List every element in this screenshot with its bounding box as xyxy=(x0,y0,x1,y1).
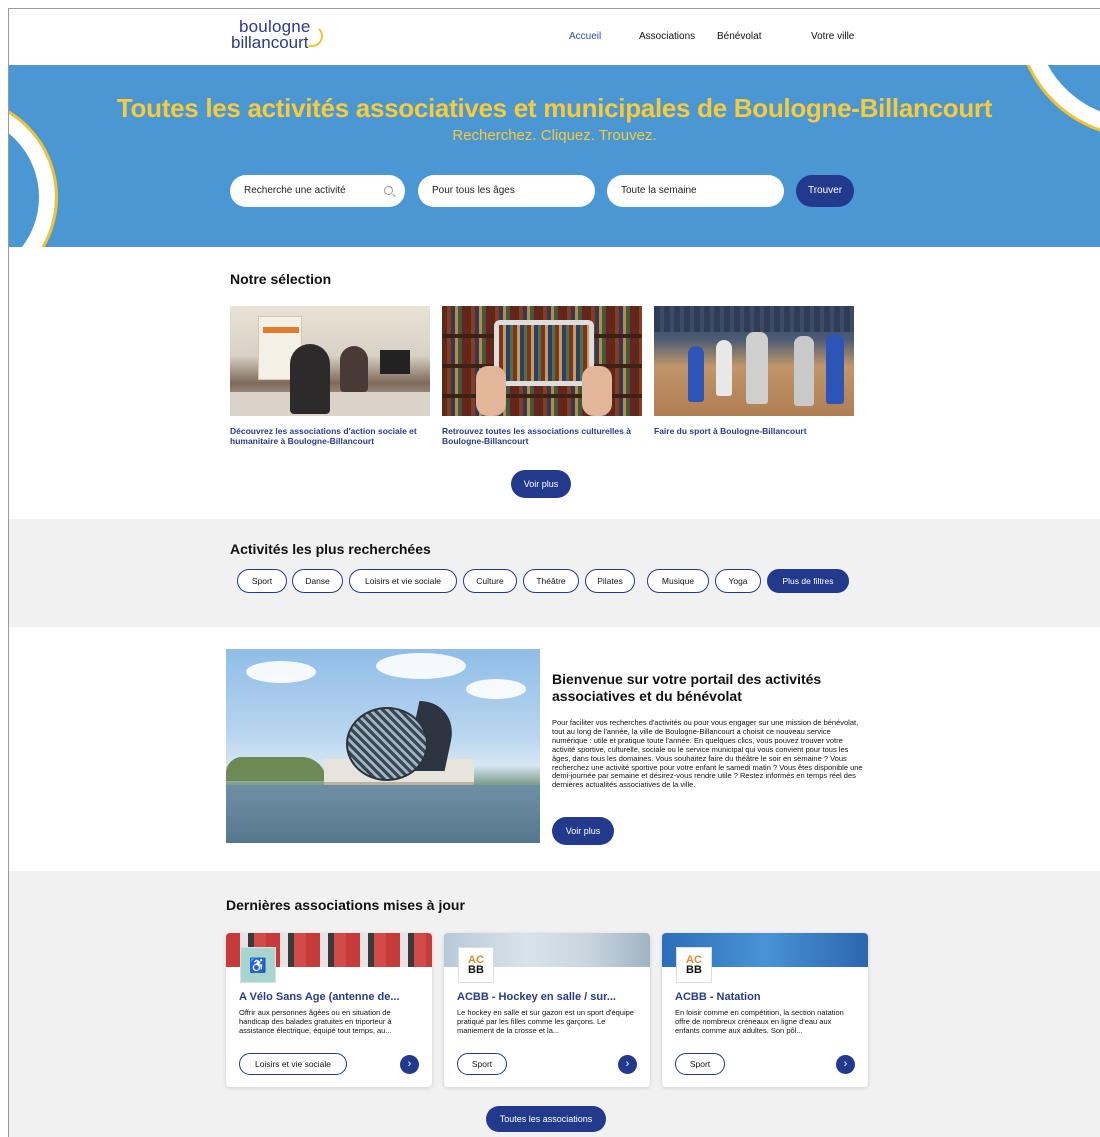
welcome-title: Bienvenue sur votre portail des activité… xyxy=(552,671,822,704)
day-select[interactable]: Toute la semaine xyxy=(607,175,784,207)
popular-title: Activités les plus recherchées xyxy=(230,541,431,557)
logo-line-2: billancourt xyxy=(231,33,309,52)
nav-link-associations[interactable]: Associations xyxy=(639,31,717,42)
chip-danse[interactable]: Danse xyxy=(292,569,343,593)
chevron-right-icon[interactable]: › xyxy=(836,1055,855,1074)
player-shape xyxy=(746,332,768,404)
player-shape xyxy=(688,346,704,402)
acbb-logo-bottom: BB xyxy=(468,964,484,976)
player-shape xyxy=(716,340,732,396)
welcome-text: Pour faciliter vos recherches d'activité… xyxy=(552,718,863,790)
tablet-shape xyxy=(494,320,594,386)
acbb-logo-icon: AC BB xyxy=(676,947,712,983)
cloud-shape xyxy=(466,679,526,699)
seine-musicale-photo xyxy=(226,649,540,843)
logo-line-2-wrap: billancourt xyxy=(231,25,323,52)
acbb-logo-icon: AC BB xyxy=(458,947,494,983)
chip-theatre[interactable]: Théâtre xyxy=(523,569,579,593)
desk-shape xyxy=(230,392,430,416)
shelf-shape xyxy=(442,394,642,398)
player-shape xyxy=(794,336,814,406)
hero-subtitle: Recherchez. Cliquez. Trouvez. xyxy=(452,127,657,144)
chevron-right-icon[interactable]: › xyxy=(618,1055,637,1074)
page-frame: boulogne billancourt Accueil Association… xyxy=(8,8,1100,1137)
selection-card-caption[interactable]: Découvrez les associations d'action soci… xyxy=(230,426,430,446)
hand-shape xyxy=(582,366,612,416)
hero-banner: Toutes les activités associatives et mun… xyxy=(9,65,1100,247)
nav-link-accueil[interactable]: Accueil xyxy=(569,31,639,42)
person-shape xyxy=(290,344,330,414)
logo-swoosh-icon xyxy=(308,25,323,47)
association-tag[interactable]: Loisirs et vie sociale xyxy=(239,1053,347,1075)
age-select[interactable]: Pour tous les âges xyxy=(418,175,595,207)
velo-logo-icon: ♿ xyxy=(240,947,276,983)
chip-sport[interactable]: Sport xyxy=(237,569,287,593)
latest-title: Dernières associations mises à jour xyxy=(226,897,465,913)
chip-culture[interactable]: Culture xyxy=(463,569,517,593)
sport-photo xyxy=(654,306,854,416)
association-name[interactable]: ACBB - Hockey en salle / sur... xyxy=(457,991,643,1003)
chip-loisirs[interactable]: Loisirs et vie sociale xyxy=(349,569,457,593)
screen-shape xyxy=(380,350,410,374)
association-tag[interactable]: Sport xyxy=(457,1053,507,1075)
association-tag[interactable]: Sport xyxy=(675,1053,725,1075)
cloud-shape xyxy=(376,653,466,679)
association-name[interactable]: A Vélo Sans Age (antenne de... xyxy=(239,991,425,1003)
hand-shape xyxy=(476,366,506,416)
culture-photo xyxy=(442,306,642,416)
association-desc: Offrir aux personnes âgées ou en situati… xyxy=(239,1008,392,1035)
association-name[interactable]: ACBB - Natation xyxy=(675,991,861,1003)
activity-search-input[interactable]: Recherche une activité xyxy=(230,175,405,207)
trees-shape xyxy=(226,757,326,781)
stands-shape xyxy=(654,306,854,332)
person-shape xyxy=(340,346,368,392)
selection-card-caption[interactable]: Retrouvez toutes les associations cultur… xyxy=(442,426,642,446)
association-desc: Le hockey en salle et sur gazon est un s… xyxy=(457,1008,634,1035)
nav-links: Accueil Associations Bénévolat Votre vil… xyxy=(569,31,871,42)
top-nav: boulogne billancourt Accueil Association… xyxy=(9,9,1100,65)
cloud-shape xyxy=(246,661,316,683)
water-shape xyxy=(226,785,540,843)
find-button[interactable]: Trouver xyxy=(796,175,854,207)
search-placeholder: Recherche une activité xyxy=(244,185,346,196)
selection-card-social[interactable]: Découvrez les associations d'action soci… xyxy=(230,306,430,446)
sphere-shape xyxy=(346,707,428,781)
chevron-right-icon[interactable]: › xyxy=(400,1055,419,1074)
tablet-screen xyxy=(499,325,589,381)
selection-cards: Découvrez les associations d'action soci… xyxy=(230,306,870,456)
all-associations-button[interactable]: Toutes les associations xyxy=(486,1106,606,1132)
chip-yoga[interactable]: Yoga xyxy=(715,569,761,593)
selection-more-button[interactable]: Voir plus xyxy=(511,470,571,498)
nav-link-benevolat[interactable]: Bénévolat xyxy=(717,31,811,42)
chip-pilates[interactable]: Pilates xyxy=(585,569,635,593)
hero-title: Toutes les activités associatives et mun… xyxy=(116,93,993,123)
selection-card-caption[interactable]: Faire du sport à Boulogne-Billancourt xyxy=(654,426,854,436)
site-logo[interactable]: boulogne billancourt xyxy=(231,18,323,52)
selection-card-culture[interactable]: Retrouvez toutes les associations cultur… xyxy=(442,306,642,446)
chip-musique[interactable]: Musique xyxy=(647,569,709,593)
acbb-logo-bottom: BB xyxy=(686,964,702,976)
nav-link-votre-ville[interactable]: Votre ville xyxy=(811,31,871,42)
association-card[interactable]: AC BB ACBB - Natation En loisir comme en … xyxy=(662,933,868,1087)
welcome-more-button[interactable]: Voir plus xyxy=(552,817,614,845)
association-desc: En loisir comme en compétition, la secti… xyxy=(675,1008,844,1035)
search-icon xyxy=(384,186,393,195)
association-card[interactable]: ♿ A Vélo Sans Age (antenne de... Offrir … xyxy=(226,933,432,1087)
social-photo xyxy=(230,306,430,416)
selection-title: Notre sélection xyxy=(230,271,332,287)
player-shape xyxy=(826,334,844,404)
selection-card-sport[interactable]: Faire du sport à Boulogne-Billancourt xyxy=(654,306,854,436)
search-bar: Recherche une activité Pour tous les âge… xyxy=(230,175,870,207)
association-card[interactable]: AC BB ACBB - Hockey en salle / sur... Le … xyxy=(444,933,650,1087)
more-filters-button[interactable]: Plus de filtres xyxy=(767,569,849,593)
